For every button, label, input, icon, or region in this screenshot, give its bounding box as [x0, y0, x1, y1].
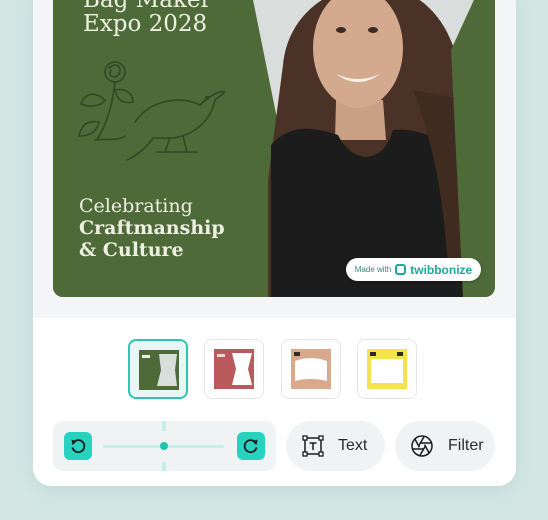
- poster-tagline: Celebrating Craftmanship & Culture: [79, 195, 225, 261]
- rotate-cw-icon: [243, 439, 258, 454]
- rotate-right-button[interactable]: [237, 432, 265, 460]
- rotate-control: [53, 421, 276, 471]
- bird-flower-illustration: [78, 61, 225, 161]
- filter-button[interactable]: Filter: [395, 421, 495, 471]
- tagline-line3: & Culture: [79, 239, 184, 261]
- aperture-icon: [411, 435, 433, 457]
- preview-area: Bag Maker Expo 2028 Celebrating Craftman…: [33, 0, 516, 318]
- frame-selector: [128, 339, 428, 401]
- tagline-line1: Celebrating: [79, 195, 193, 217]
- rotation-slider-thumb[interactable]: [160, 442, 168, 450]
- text-button-label: Text: [338, 437, 368, 454]
- text-box-icon: [302, 435, 324, 457]
- event-title: Bag Maker Expo 2028: [83, 0, 211, 36]
- slider-center-tick: [162, 462, 166, 471]
- rotate-left-button[interactable]: [64, 432, 92, 460]
- frame-tan-icon: [291, 349, 331, 389]
- rotate-ccw-icon: [71, 439, 86, 454]
- made-with-badge: Made with twibbonize: [346, 258, 481, 281]
- frame-yellow-icon: [367, 349, 407, 389]
- twibbon-editor-card: Bag Maker Expo 2028 Celebrating Craftman…: [33, 0, 516, 486]
- frame-thumb-yellow[interactable]: [357, 339, 417, 399]
- event-title-line2: Expo 2028: [83, 11, 208, 37]
- slider-center-tick: [162, 421, 166, 431]
- filter-button-label: Filter: [448, 437, 484, 454]
- brand-label: twibbonize: [410, 262, 473, 277]
- add-text-button[interactable]: Text: [286, 421, 385, 471]
- twibbon-preview[interactable]: Bag Maker Expo 2028 Celebrating Craftman…: [53, 0, 495, 297]
- frame-green-icon: [139, 350, 179, 390]
- frame-thumb-green[interactable]: [128, 339, 188, 399]
- made-with-label: Made with: [354, 265, 392, 274]
- frame-thumb-red[interactable]: [204, 339, 264, 399]
- editor-toolbar: Text Filter: [53, 421, 496, 471]
- frame-thumb-tan[interactable]: [281, 339, 341, 399]
- tagline-line2: Craftmanship: [79, 217, 225, 239]
- twibbonize-logo-icon: [395, 264, 407, 275]
- frame-red-icon: [214, 349, 254, 389]
